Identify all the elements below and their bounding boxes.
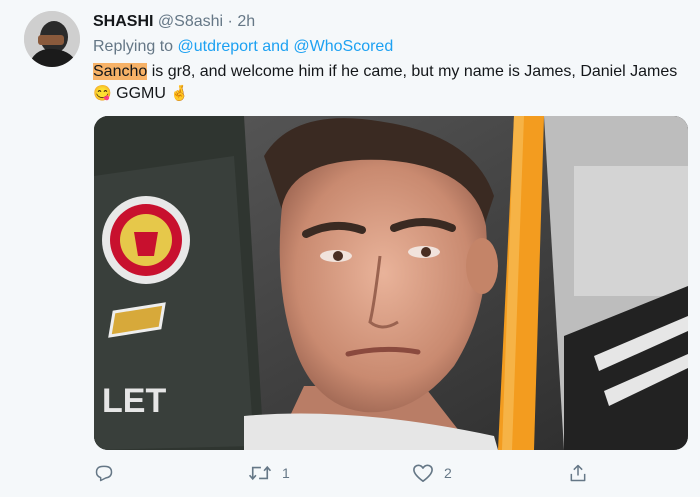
photo-illustration: LET (94, 116, 688, 450)
jersey-text: LET (102, 382, 166, 420)
mention-utdreport[interactable]: @utdreport (178, 38, 258, 55)
tweet-header: SHASHI @S8ashi · 2h (93, 12, 255, 32)
avatar-image (24, 11, 80, 67)
tweet-text-part-1: is gr8, and welcome him if he came, but … (147, 63, 678, 80)
crossed-fingers-emoji-icon: 🤞 (170, 85, 190, 102)
tweet-text-part-2: GGMU (111, 85, 166, 102)
reply-icon (95, 465, 113, 482)
like-button[interactable]: 2 (412, 461, 452, 485)
mention-whoscored[interactable]: @WhoScored (293, 38, 393, 55)
replying-to-label: Replying to (93, 38, 174, 55)
avatar[interactable] (24, 11, 80, 67)
separator-dot: · (227, 13, 233, 30)
share-button[interactable] (568, 461, 588, 485)
retweet-button[interactable]: 1 (248, 461, 290, 485)
yum-emoji-icon: 😋 (93, 85, 112, 102)
tweet-text: Sancho is gr8, and welcome him if he cam… (93, 61, 693, 105)
highlighted-word: Sancho (93, 63, 148, 80)
retweet-icon (248, 465, 272, 481)
retweet-count: 1 (282, 465, 290, 481)
tweet-photo[interactable]: LET (94, 116, 688, 450)
tweet-actions: 1 2 (0, 455, 700, 495)
author-handle[interactable]: @S8ashi (158, 13, 223, 30)
heart-icon (413, 464, 433, 482)
share-icon (570, 464, 586, 482)
like-count: 2 (444, 465, 452, 481)
reply-button[interactable] (94, 461, 114, 485)
tweet: SHASHI @S8ashi · 2h Replying to @utdrepo… (0, 0, 700, 497)
mention-and[interactable]: and (262, 38, 289, 55)
tweet-time[interactable]: 2h (237, 13, 255, 30)
replying-to-line: Replying to @utdreport and @WhoScored (93, 37, 393, 57)
author-name[interactable]: SHASHI (93, 13, 153, 30)
